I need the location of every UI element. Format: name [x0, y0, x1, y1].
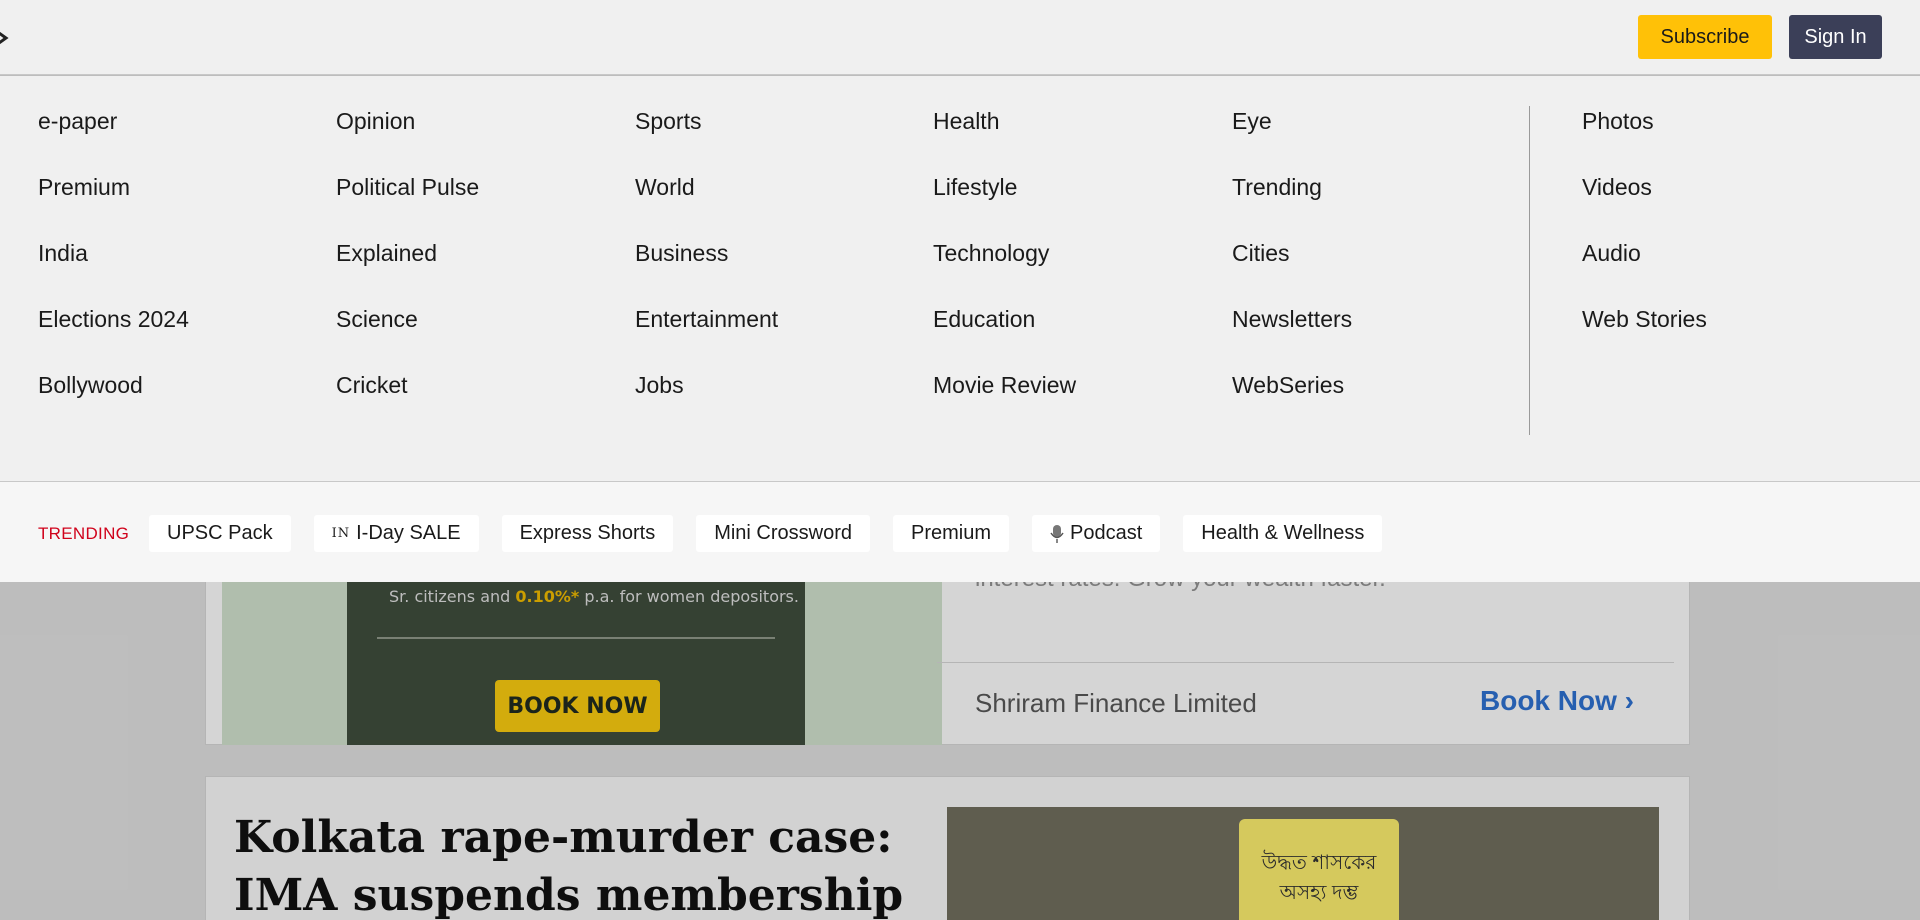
trending-bar: TRENDING UPSC Pack IN I-Day SALE Express … — [0, 481, 1920, 582]
menu-item-business[interactable]: Business — [635, 238, 778, 304]
menu-item-movie-review[interactable]: Movie Review — [933, 370, 1076, 436]
menu-item-health[interactable]: Health — [933, 106, 1076, 172]
trending-label: TRENDING — [38, 524, 130, 543]
menu-item-webseries[interactable]: WebSeries — [1232, 370, 1352, 436]
mega-menu: e-paper Premium India Elections 2024 Bol… — [0, 76, 1920, 481]
menu-item-videos[interactable]: Videos — [1582, 172, 1707, 238]
menu-item-epaper[interactable]: e-paper — [38, 106, 189, 172]
menu-item-sports[interactable]: Sports — [635, 106, 778, 172]
menu-column-media: Photos Videos Audio Web Stories — [1582, 106, 1707, 370]
trending-chip-iday-sale[interactable]: IN I-Day SALE — [313, 515, 479, 552]
chip-label: Health & Wellness — [1201, 522, 1365, 544]
close-icon[interactable] — [0, 24, 12, 52]
menu-column-5: Eye Trending Cities Newsletters WebSerie… — [1232, 106, 1352, 436]
chip-label: UPSC Pack — [167, 522, 273, 544]
chip-label: I-Day SALE — [356, 522, 461, 544]
menu-item-science[interactable]: Science — [336, 304, 479, 370]
trending-chip-express-shorts[interactable]: Express Shorts — [501, 515, 674, 552]
menu-item-lifestyle[interactable]: Lifestyle — [933, 172, 1076, 238]
menu-column-1: e-paper Premium India Elections 2024 Bol… — [38, 106, 189, 436]
chip-label: Mini Crossword — [714, 522, 853, 544]
menu-divider — [1529, 106, 1530, 435]
menu-item-opinion[interactable]: Opinion — [336, 106, 479, 172]
menu-item-education[interactable]: Education — [933, 304, 1076, 370]
menu-item-newsletters[interactable]: Newsletters — [1232, 304, 1352, 370]
menu-item-technology[interactable]: Technology — [933, 238, 1076, 304]
menu-item-elections-2024[interactable]: Elections 2024 — [38, 304, 189, 370]
menu-column-4: Health Lifestyle Technology Education Mo… — [933, 106, 1076, 436]
menu-item-jobs[interactable]: Jobs — [635, 370, 778, 436]
menu-item-premium[interactable]: Premium — [38, 172, 189, 238]
menu-column-2: Opinion Political Pulse Explained Scienc… — [336, 106, 479, 436]
menu-item-cricket[interactable]: Cricket — [336, 370, 479, 436]
trending-chip-upsc-pack[interactable]: UPSC Pack — [149, 515, 291, 552]
menu-item-bollywood[interactable]: Bollywood — [38, 370, 189, 436]
trending-chip-podcast[interactable]: Podcast — [1032, 515, 1161, 552]
menu-item-world[interactable]: World — [635, 172, 778, 238]
menu-item-india[interactable]: India — [38, 238, 189, 304]
menu-item-explained[interactable]: Explained — [336, 238, 479, 304]
menu-item-web-stories[interactable]: Web Stories — [1582, 304, 1707, 370]
menu-item-political-pulse[interactable]: Political Pulse — [336, 172, 479, 238]
signin-button[interactable]: Sign In — [1789, 15, 1882, 59]
trending-chip-mini-crossword[interactable]: Mini Crossword — [696, 515, 871, 552]
microphone-icon — [1050, 524, 1064, 543]
menu-item-trending[interactable]: Trending — [1232, 172, 1352, 238]
menu-column-3: Sports World Business Entertainment Jobs — [635, 106, 778, 436]
menu-item-photos[interactable]: Photos — [1582, 106, 1707, 172]
chip-label: Podcast — [1070, 522, 1143, 544]
trending-chip-health-wellness[interactable]: Health & Wellness — [1183, 515, 1383, 552]
subscribe-button[interactable]: Subscribe — [1638, 15, 1772, 59]
trending-chips: UPSC Pack IN I-Day SALE Express Shorts Mi… — [149, 515, 1383, 552]
menu-item-cities[interactable]: Cities — [1232, 238, 1352, 304]
chip-label: Express Shorts — [519, 522, 656, 544]
site-header: Subscribe Sign In — [0, 0, 1920, 75]
menu-item-audio[interactable]: Audio — [1582, 238, 1707, 304]
menu-item-entertainment[interactable]: Entertainment — [635, 304, 778, 370]
menu-item-eye[interactable]: Eye — [1232, 106, 1352, 172]
india-badge-icon: IN — [331, 526, 351, 541]
trending-chip-premium[interactable]: Premium — [893, 515, 1010, 552]
chip-label: Premium — [911, 522, 992, 544]
